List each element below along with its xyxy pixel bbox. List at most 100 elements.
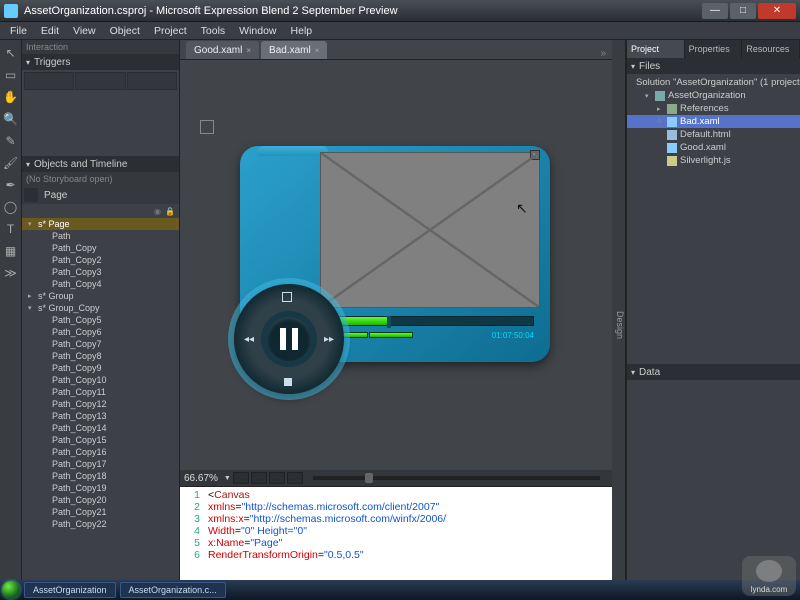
- next-track-icon[interactable]: ▸▸: [324, 334, 334, 345]
- lock-toggle-icon[interactable]: 🔒: [165, 207, 175, 216]
- object-tree-item[interactable]: Path_Copy6: [22, 326, 179, 338]
- asset-tool-icon[interactable]: ≫: [2, 264, 20, 282]
- page-row[interactable]: Page: [22, 186, 179, 204]
- project-tree-item[interactable]: Default.html: [627, 128, 800, 141]
- object-tree-item[interactable]: Path_Copy13: [22, 410, 179, 422]
- artboard-scrollbar[interactable]: [313, 476, 600, 480]
- menu-file[interactable]: File: [4, 24, 33, 38]
- shape-tool-icon[interactable]: ◯: [2, 198, 20, 216]
- data-header[interactable]: Data: [627, 364, 800, 380]
- object-tree-item[interactable]: Path_Copy20: [22, 494, 179, 506]
- brush-tool-icon[interactable]: 🖌: [2, 154, 20, 172]
- window-close-button[interactable]: ✕: [758, 3, 796, 19]
- pen-tool-icon[interactable]: ✒: [2, 176, 20, 194]
- menu-view[interactable]: View: [67, 24, 102, 38]
- window-maximize-button[interactable]: □: [730, 3, 756, 19]
- artboard[interactable]: × 01:07:50:04 ◂◂ ▸▸ ↖: [180, 60, 612, 470]
- object-tree[interactable]: ▾s* PagePathPath_CopyPath_Copy2Path_Copy…: [22, 218, 179, 580]
- panel-tab-properties[interactable]: Properties: [685, 40, 743, 58]
- object-tree-item[interactable]: Path_Copy8: [22, 350, 179, 362]
- taskbar-app-button[interactable]: AssetOrganization.c...: [120, 582, 226, 598]
- object-tree-item[interactable]: Path_Copy11: [22, 386, 179, 398]
- project-tree-item[interactable]: ▸References: [627, 102, 800, 115]
- menu-project[interactable]: Project: [148, 24, 193, 38]
- project-tree-item[interactable]: ▾AssetOrganization: [627, 89, 800, 102]
- window-minimize-button[interactable]: —: [702, 3, 728, 19]
- video-close-icon[interactable]: ×: [530, 150, 540, 160]
- menu-tools[interactable]: Tools: [195, 24, 232, 38]
- tabs-overflow-icon[interactable]: »: [600, 48, 606, 59]
- objects-timeline-header[interactable]: Objects and Timeline: [22, 156, 179, 172]
- panel-tab-resources[interactable]: Resources: [742, 40, 800, 58]
- progress-bar[interactable]: [324, 316, 534, 326]
- view-grid-icon[interactable]: [233, 472, 249, 484]
- object-tree-item[interactable]: ▸s* Group: [22, 290, 179, 302]
- document-tab[interactable]: Bad.xaml×: [261, 41, 327, 59]
- stop-icon[interactable]: [284, 378, 292, 386]
- document-tab[interactable]: Good.xaml×: [186, 41, 259, 59]
- project-tree-item[interactable]: ○Bad.xaml: [627, 115, 800, 128]
- object-tree-item[interactable]: ▾s* Page: [22, 218, 179, 230]
- object-tree-item[interactable]: Path_Copy4: [22, 278, 179, 290]
- eyedropper-tool-icon[interactable]: ✎: [2, 132, 20, 150]
- object-tree-item[interactable]: Path_Copy5: [22, 314, 179, 326]
- project-tree-item[interactable]: Solution "AssetOrganization" (1 project(…: [627, 76, 800, 89]
- object-tree-item[interactable]: Path_Copy12: [22, 398, 179, 410]
- triggers-header[interactable]: Triggers: [22, 54, 179, 70]
- menu-window[interactable]: Window: [233, 24, 282, 38]
- object-tree-item[interactable]: Path_Copy17: [22, 458, 179, 470]
- start-orb[interactable]: [2, 581, 20, 599]
- pause-button[interactable]: [267, 317, 311, 361]
- menu-edit[interactable]: Edit: [35, 24, 65, 38]
- zoom-dropdown-icon[interactable]: ▼: [224, 475, 231, 482]
- project-tree[interactable]: Solution "AssetOrganization" (1 project(…: [627, 74, 800, 169]
- view-tab-design[interactable]: Design: [615, 311, 625, 339]
- menu-object[interactable]: Object: [104, 24, 146, 38]
- view-rotate-icon[interactable]: [287, 472, 303, 484]
- trigger-slot[interactable]: [127, 72, 177, 90]
- timecode: 01:07:50:04: [492, 331, 534, 340]
- object-tree-item[interactable]: Path_Copy16: [22, 446, 179, 458]
- taskbar-app-button[interactable]: AssetOrganization: [24, 582, 116, 598]
- view-snap-icon[interactable]: [251, 472, 267, 484]
- xaml-editor[interactable]: 1<Canvas2 xmlns="http://schemas.microsof…: [180, 486, 612, 580]
- object-tree-item[interactable]: Path_Copy10: [22, 374, 179, 386]
- object-tree-item[interactable]: Path_Copy18: [22, 470, 179, 482]
- pointer-tool-icon[interactable]: ↖: [2, 44, 20, 62]
- eye-toggle-icon[interactable]: ◉: [154, 207, 161, 216]
- object-tree-item[interactable]: Path_Copy19: [22, 482, 179, 494]
- object-tree-item[interactable]: Path_Copy9: [22, 362, 179, 374]
- project-tree-item[interactable]: Silverlight.js: [627, 154, 800, 167]
- tab-close-icon[interactable]: ×: [246, 46, 251, 55]
- eject-icon[interactable]: [282, 292, 292, 302]
- view-mode-tabs: DesignXAMLSplit: [612, 40, 626, 580]
- layout-tool-icon[interactable]: ▦: [2, 242, 20, 260]
- trigger-slot[interactable]: [75, 72, 125, 90]
- object-tree-item[interactable]: Path: [22, 230, 179, 242]
- text-tool-icon[interactable]: T: [2, 220, 20, 238]
- project-tree-item[interactable]: Good.xaml: [627, 141, 800, 154]
- object-tree-item[interactable]: Path_Copy21: [22, 506, 179, 518]
- progress-handle[interactable]: [387, 316, 391, 328]
- object-tree-item[interactable]: Path_Copy14: [22, 422, 179, 434]
- menu-help[interactable]: Help: [285, 24, 319, 38]
- window-title: AssetOrganization.csproj - Microsoft Exp…: [24, 5, 702, 17]
- prev-track-icon[interactable]: ◂◂: [244, 334, 254, 345]
- files-header[interactable]: Files: [627, 58, 800, 74]
- pan-tool-icon[interactable]: ✋: [2, 88, 20, 106]
- zoom-value[interactable]: 66.67%: [184, 473, 218, 484]
- object-tree-item[interactable]: ▾s* Group_Copy: [22, 302, 179, 314]
- tab-close-icon[interactable]: ×: [315, 46, 320, 55]
- object-tree-item[interactable]: Path_Copy2: [22, 254, 179, 266]
- object-tree-item[interactable]: Path_Copy22: [22, 518, 179, 530]
- object-tree-item[interactable]: Path_Copy7: [22, 338, 179, 350]
- trigger-slot[interactable]: [24, 72, 74, 90]
- zoom-tool-icon[interactable]: 🔍: [2, 110, 20, 128]
- scope-up-icon[interactable]: [24, 188, 38, 202]
- object-tree-item[interactable]: Path_Copy: [22, 242, 179, 254]
- object-tree-item[interactable]: Path_Copy3: [22, 266, 179, 278]
- select-tool-icon[interactable]: ▭: [2, 66, 20, 84]
- panel-tab-project[interactable]: Project: [627, 40, 685, 58]
- view-split-icon[interactable]: [269, 472, 285, 484]
- object-tree-item[interactable]: Path_Copy15: [22, 434, 179, 446]
